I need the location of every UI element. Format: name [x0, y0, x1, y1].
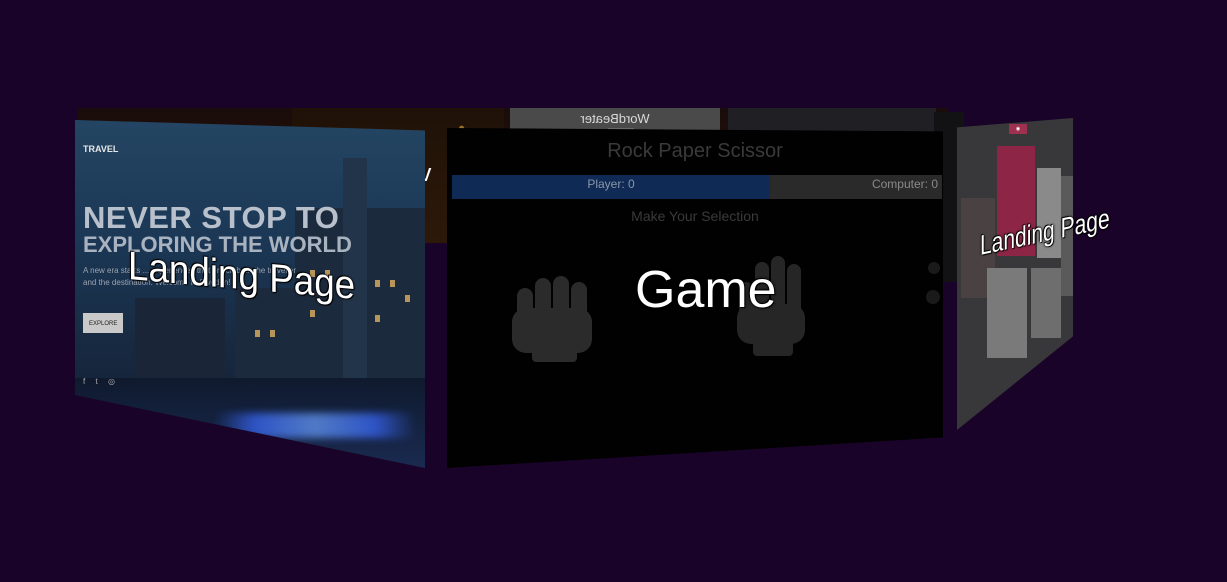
window [375, 280, 380, 287]
window [390, 280, 395, 287]
twitter-icon[interactable]: t [95, 377, 97, 386]
carousel-stage: WordBeater ve TRAVEL NEVER STOP TO EXPLO… [0, 0, 1227, 582]
scissor-hand-icon[interactable] [928, 262, 940, 274]
street-lights [215, 413, 415, 438]
window [375, 315, 380, 322]
label-game[interactable]: Game [635, 260, 777, 320]
computer-score: Computer: 0 [871, 177, 938, 191]
instagram-icon[interactable]: ◎ [108, 377, 115, 386]
window [405, 295, 410, 302]
explore-button[interactable]: EXPLORE [83, 313, 123, 333]
player-score: Player: 0 [452, 175, 770, 199]
preview-card [1031, 268, 1061, 338]
window [255, 330, 260, 337]
scissor-hand-part [926, 290, 940, 304]
selection-prompt: Make Your Selection [631, 208, 759, 224]
badge-icon: ◉ [1009, 124, 1027, 134]
window [270, 330, 275, 337]
travel-brand[interactable]: TRAVEL [83, 144, 118, 154]
game-title: Rock Paper Scissor [607, 140, 783, 162]
social-links: f t ◎ [83, 377, 123, 386]
preview-card [987, 268, 1027, 358]
wordbeater-title: WordBeater [580, 111, 650, 126]
score-bar: Player: 0 Computer: 0 [452, 175, 942, 199]
rock-hand-icon[interactable] [502, 268, 607, 363]
landing-page-card-right[interactable]: ◉ [957, 118, 1073, 430]
facebook-icon[interactable]: f [83, 377, 85, 386]
travel-headline-1: NEVER STOP TO [83, 200, 340, 235]
window [310, 310, 315, 317]
